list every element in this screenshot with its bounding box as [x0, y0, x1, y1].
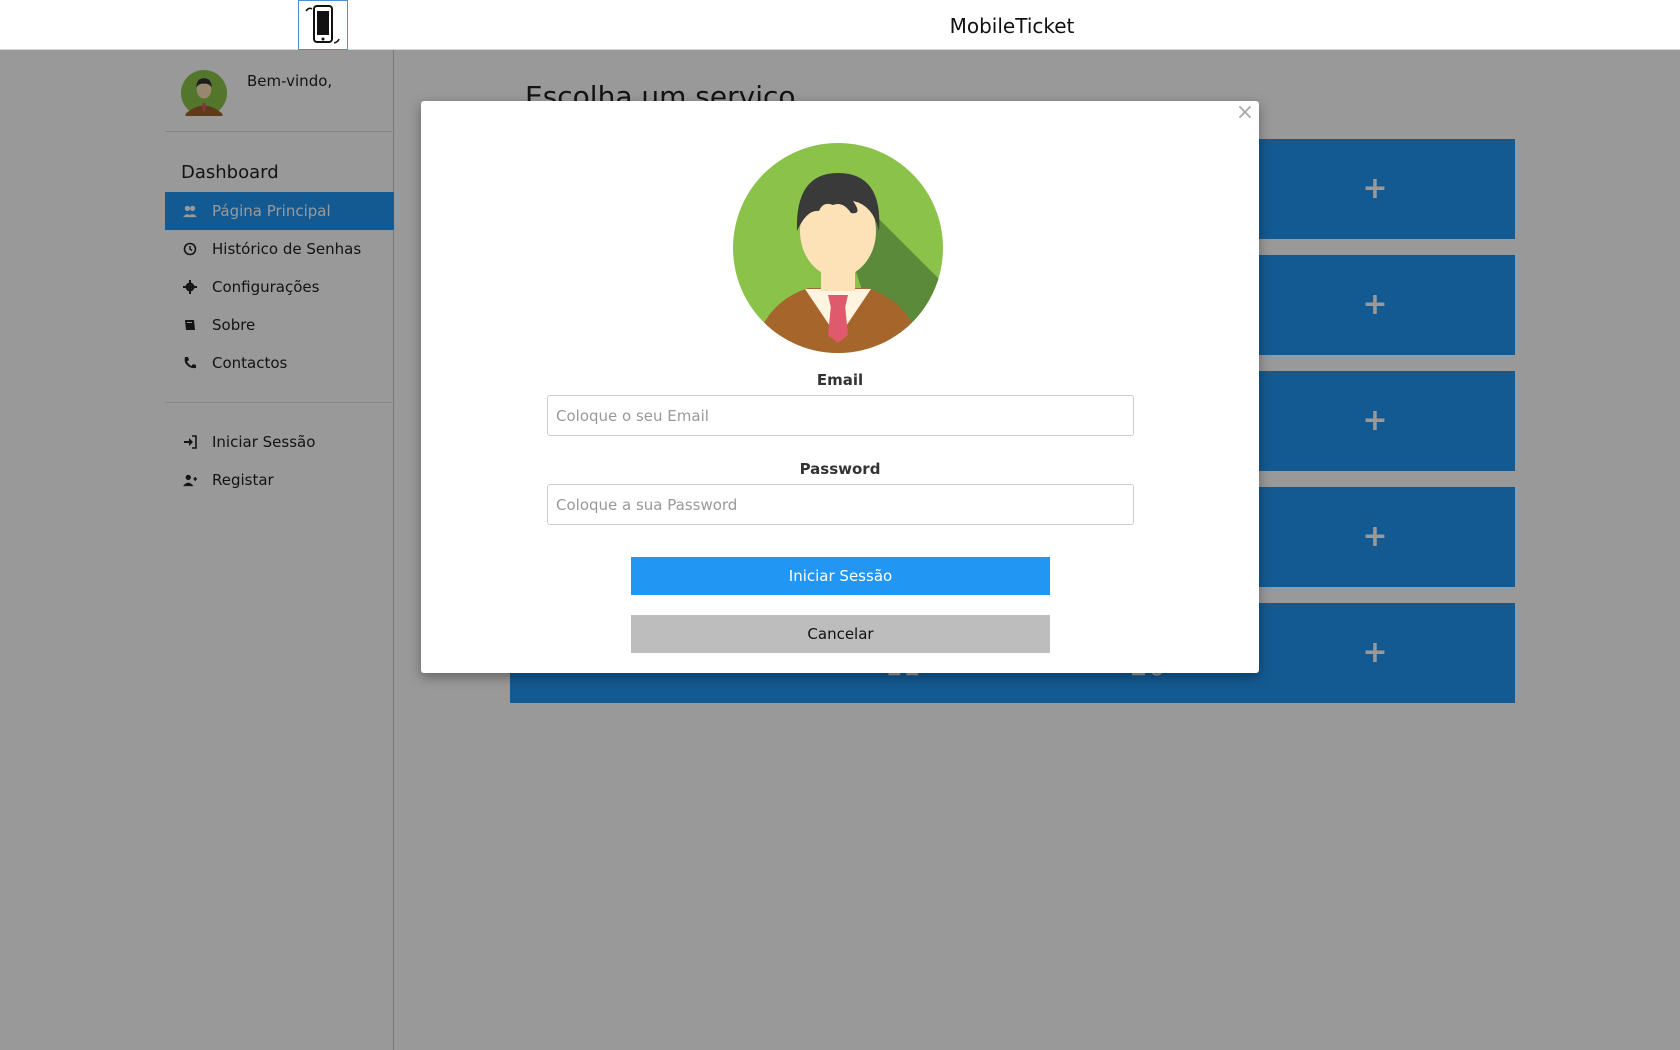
password-field[interactable] [547, 484, 1134, 525]
avatar [733, 143, 943, 353]
login-modal: × Email Password Iniciar Sessão Cancelar [421, 101, 1259, 673]
email-label: Email [816, 371, 864, 389]
app-title: MobileTicket [949, 14, 1075, 38]
email-field[interactable] [547, 395, 1134, 436]
login-button[interactable]: Iniciar Sessão [631, 557, 1050, 595]
cancel-button[interactable]: Cancelar [631, 615, 1050, 653]
close-icon[interactable]: × [1233, 101, 1257, 125]
password-label: Password [799, 460, 881, 478]
top-bar: MobileTicket [0, 0, 1680, 50]
